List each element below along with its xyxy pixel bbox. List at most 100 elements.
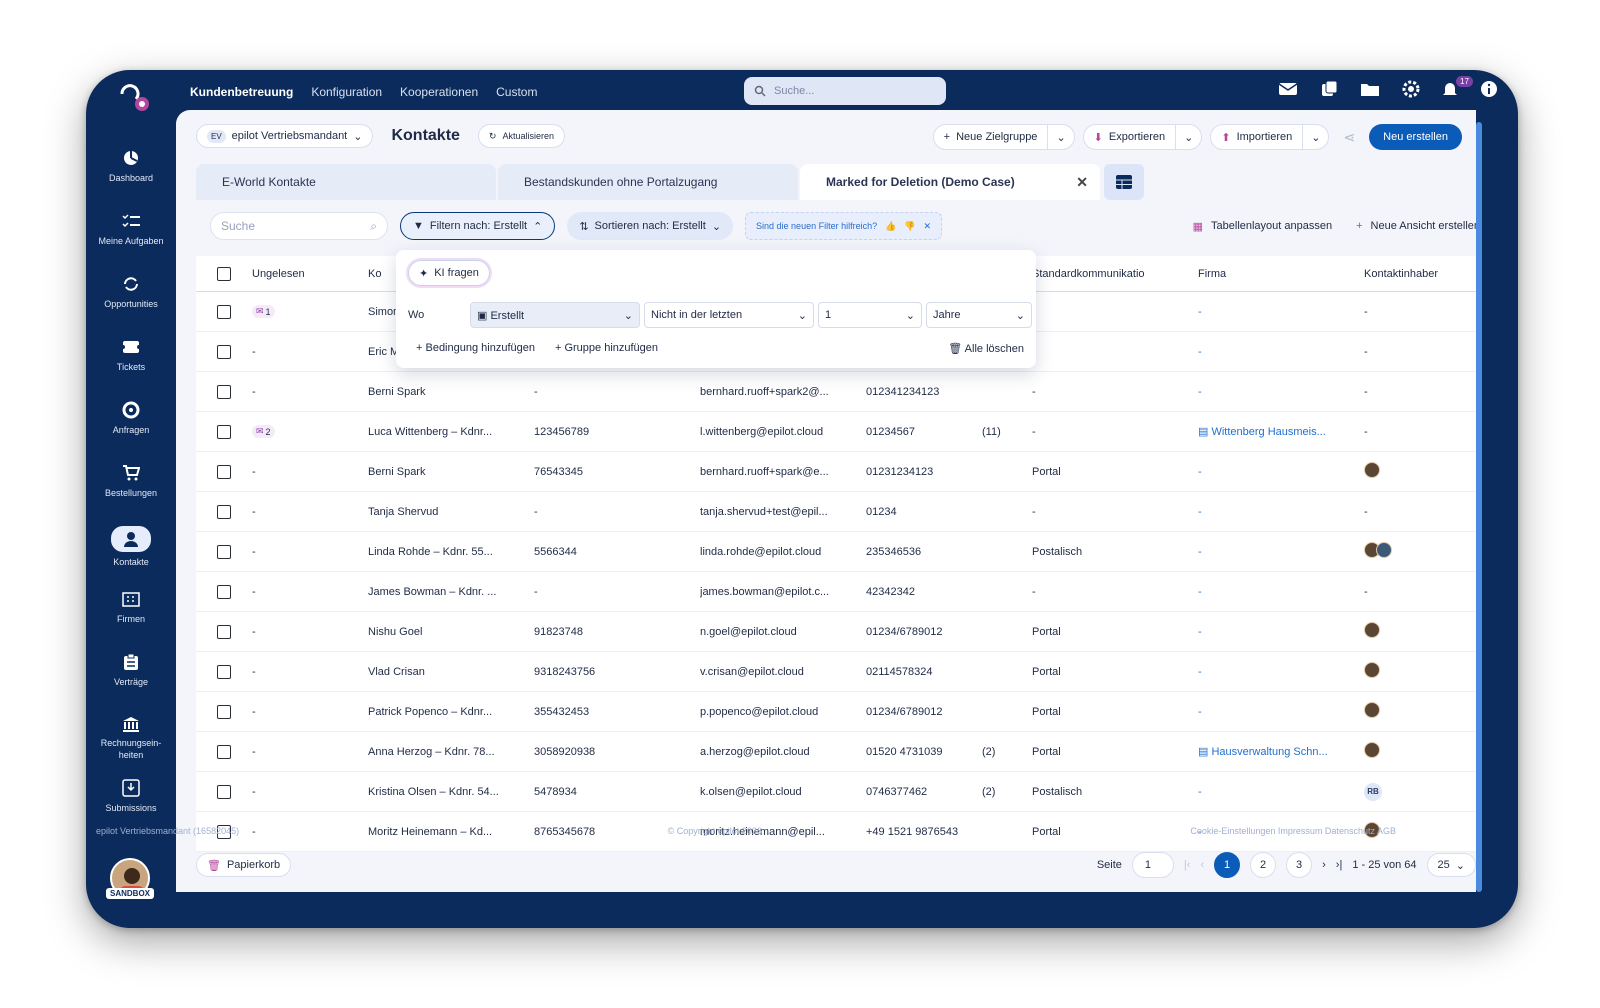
sidebar-item-bestellungen[interactable]: Bestellungen [86, 445, 176, 508]
table-row[interactable]: ✉ 2 Luca Wittenberg – Kdnr... 123456789 l.wi… [196, 412, 1476, 452]
tab-bestandskunden[interactable]: Bestandskunden ohne Portalzugang [498, 164, 798, 200]
gear-icon[interactable] [1402, 80, 1420, 98]
row-checkbox[interactable] [217, 784, 231, 799]
notifications[interactable]: 17 [1442, 76, 1473, 98]
owner-avatar[interactable] [1364, 662, 1380, 678]
sidebar-item-meine-aufgaben[interactable]: Meine Aufgaben [86, 193, 176, 256]
owner-avatar[interactable] [1364, 462, 1380, 478]
owner-avatar[interactable] [1364, 622, 1380, 638]
cell-firm[interactable]: ▤ Hausverwaltung Schn... [1198, 745, 1364, 758]
owner-avatar[interactable] [1364, 742, 1380, 758]
owner-avatar[interactable] [1376, 542, 1392, 558]
owner-initials-avatar[interactable]: RB [1364, 782, 1382, 801]
col-unread[interactable]: Ungelesen [252, 268, 368, 280]
export-button[interactable]: ⬇ Exportieren ⌄ [1082, 124, 1203, 150]
last-page-icon[interactable]: ›| [1336, 859, 1343, 871]
import-button[interactable]: ⬆ Importieren ⌄ [1210, 124, 1330, 150]
info-icon[interactable] [1480, 80, 1498, 98]
copy-icon[interactable] [1320, 80, 1338, 98]
tenant-selector[interactable]: EV epilot Vertriebsmandant ⌄ [196, 124, 374, 148]
next-page-icon[interactable]: › [1322, 859, 1326, 871]
sidebar-item-rechnungsein-heiten[interactable]: Rechnungsein-heiten [86, 697, 176, 760]
row-checkbox[interactable] [217, 624, 231, 639]
first-page-icon[interactable]: |‹ [1184, 859, 1191, 871]
row-checkbox[interactable] [217, 384, 231, 399]
table-row[interactable]: - Vlad Crisan 9318243756 v.crisan@epilot.cl… [196, 652, 1476, 692]
cell-firm[interactable]: ▤ Wittenberg Hausmeis... [1198, 425, 1364, 438]
row-checkbox[interactable] [217, 344, 231, 359]
unit-select[interactable]: Jahre ⌄ [926, 302, 1032, 328]
add-condition-button[interactable]: + Bedingung hinzufügen [416, 342, 535, 355]
trash-button[interactable]: 🗑 Papierkorb [196, 853, 292, 877]
refresh-button[interactable]: ↻ Aktualisieren [477, 124, 565, 148]
new-group-button[interactable]: + Neue Zielgruppe ⌄ [932, 124, 1075, 150]
col-communication[interactable]: Standardkommunikatio [1032, 268, 1198, 280]
sidebar-item-opportunities[interactable]: Opportunities [86, 256, 176, 319]
table-layout-button[interactable]: ▦ Tabellenlayout anpassen [1193, 220, 1333, 233]
row-checkbox[interactable] [217, 544, 231, 559]
folder-icon[interactable] [1360, 81, 1380, 97]
thumbs-up-icon[interactable]: 👍 [885, 221, 896, 232]
owner-avatar[interactable] [1364, 702, 1380, 718]
tab-marked-for-deletion[interactable]: Marked for Deletion (Demo Case) ✕ [800, 164, 1100, 200]
col-owner[interactable]: Kontaktinhaber [1364, 268, 1464, 280]
sidebar-item-anfragen[interactable]: Anfragen [86, 382, 176, 445]
chevron-down-icon[interactable]: ⌄ [1175, 125, 1201, 149]
chevron-down-icon[interactable]: ⌄ [1302, 125, 1328, 149]
table-row[interactable]: - Tanja Shervud - tanja.shervud+test@epil..… [196, 492, 1476, 532]
company-link[interactable]: Wittenberg Hausmeis... [1211, 426, 1325, 438]
chevron-down-icon[interactable]: ⌄ [1047, 125, 1073, 149]
ai-ask-button[interactable]: ✦ KI fragen [408, 260, 490, 286]
table-row[interactable]: - Nishu Goel 91823748 n.goel@epilot.cloud 01… [196, 612, 1476, 652]
prev-page-icon[interactable]: ‹ [1200, 859, 1204, 871]
row-checkbox[interactable] [217, 744, 231, 759]
close-icon[interactable]: ✕ [924, 221, 932, 232]
page-3[interactable]: 3 [1286, 852, 1313, 878]
table-view-icon[interactable] [1104, 164, 1144, 200]
page-2[interactable]: 2 [1250, 852, 1277, 878]
mail-icon[interactable] [1278, 82, 1298, 96]
sidebar-item-tickets[interactable]: Tickets [86, 319, 176, 382]
row-checkbox[interactable] [217, 504, 231, 519]
nav-kundenbetreuung[interactable]: Kundenbetreuung [190, 85, 293, 99]
sidebar-item-submissions[interactable]: Submissions [86, 760, 176, 823]
table-row[interactable]: - Kristina Olsen – Kdnr. 54... 5478934 k.ol… [196, 772, 1476, 812]
sort-button[interactable]: ⇅ Sortieren nach: Erstellt ⌄ [567, 212, 734, 240]
table-row[interactable]: - Berni Spark 76543345 bernhard.ruoff+spark… [196, 452, 1476, 492]
page-1[interactable]: 1 [1214, 852, 1241, 878]
table-row[interactable]: - James Bowman – Kdnr. ... - james.bowman@e… [196, 572, 1476, 612]
table-row[interactable]: - Linda Rohde – Kdnr. 55... 5566344 linda.r… [196, 532, 1476, 572]
page-input[interactable]: 1 [1131, 852, 1174, 878]
table-row[interactable]: - Patrick Popenco – Kdnr... 355432453 p.pop… [196, 692, 1476, 732]
footer-links[interactable]: Cookie-Einstellungen Impressum Datenschu… [1190, 826, 1396, 836]
row-checkbox[interactable] [217, 584, 231, 599]
sidebar-item-dashboard[interactable]: Dashboard [86, 130, 176, 193]
scrollbar[interactable] [1476, 122, 1482, 892]
amount-select[interactable]: 1 ⌄ [818, 302, 922, 328]
new-view-button[interactable]: + Neue Ansicht erstellen [1356, 220, 1476, 232]
filter-button[interactable]: ▼ Filtern nach: Erstellt ⌃ [400, 212, 556, 240]
field-select[interactable]: ▣ Erstellt ⌄ [470, 302, 640, 328]
epilot-logo[interactable] [116, 80, 152, 114]
row-checkbox[interactable] [217, 704, 231, 719]
row-checkbox[interactable] [217, 664, 231, 679]
close-icon[interactable]: ✕ [1076, 174, 1088, 191]
operator-select[interactable]: Nicht in der letzten ⌄ [644, 302, 814, 328]
company-link[interactable]: Hausverwaltung Schn... [1211, 746, 1327, 758]
nav-konfiguration[interactable]: Konfiguration [311, 85, 382, 99]
thumbs-down-icon[interactable]: 👎 [904, 221, 915, 232]
create-new-button[interactable]: Neu erstellen [1369, 124, 1462, 150]
sidebar-item-verträge[interactable]: Verträge [86, 634, 176, 697]
page-size-select[interactable]: 25 ⌄ [1426, 853, 1476, 877]
table-row[interactable]: - Anna Herzog – Kdnr. 78... 3058920938 a.he… [196, 732, 1476, 772]
sidebar-item-kontakte[interactable]: Kontakte [86, 508, 176, 571]
row-checkbox[interactable] [217, 304, 231, 319]
tab-eworld[interactable]: E-World Kontakte [196, 164, 496, 200]
select-all-checkbox[interactable] [217, 266, 231, 281]
add-group-button[interactable]: + Gruppe hinzufügen [555, 342, 658, 355]
table-search-input[interactable]: Suche ⌕ [210, 212, 388, 240]
nav-kooperationen[interactable]: Kooperationen [400, 85, 478, 99]
clear-all-button[interactable]: 🗑 Alle löschen [948, 342, 1024, 355]
sidebar-item-firmen[interactable]: Firmen [86, 571, 176, 634]
share-icon[interactable]: ⋖ [1343, 129, 1355, 146]
